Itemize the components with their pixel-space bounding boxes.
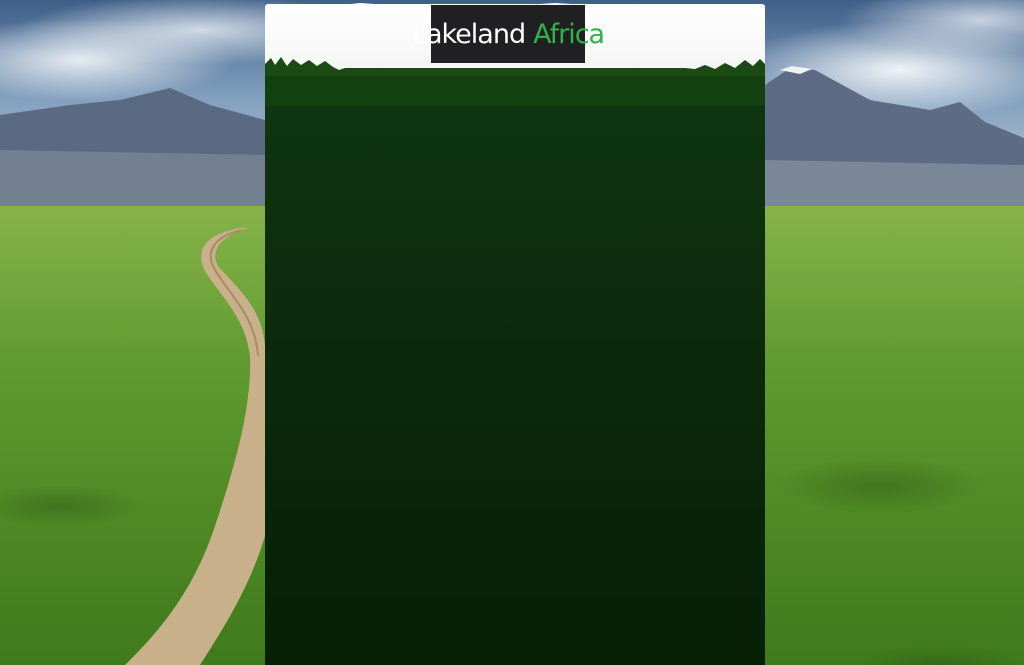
logo-word-lakeland: Lakeland <box>411 18 526 50</box>
logo-word-africa: Africa <box>533 18 605 50</box>
center-panel: Lakeland Africa <box>265 0 765 665</box>
grass-edge-decoration <box>265 57 765 106</box>
page: Lakeland Africa <box>0 0 1024 665</box>
content-area <box>265 100 765 665</box>
site-logo[interactable]: Lakeland Africa <box>412 5 605 63</box>
